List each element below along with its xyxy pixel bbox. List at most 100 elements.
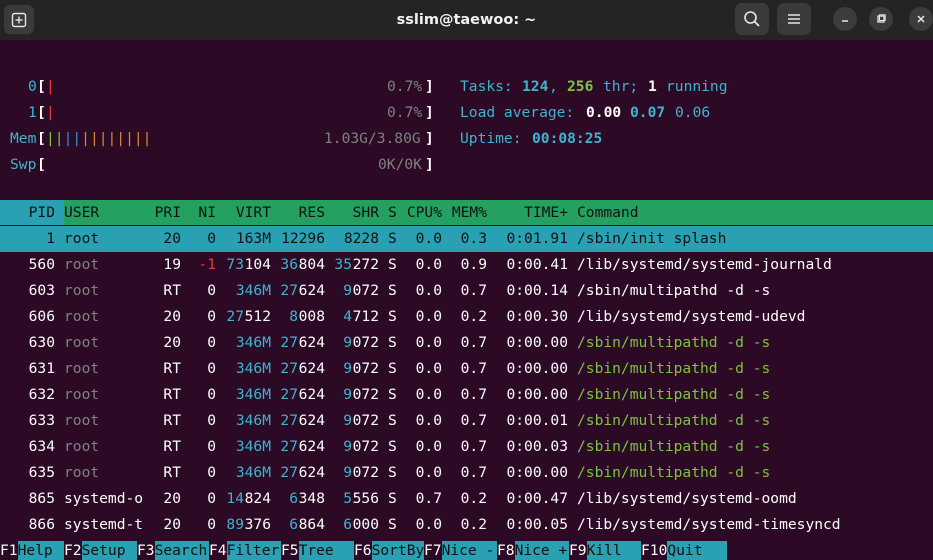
process-virt: 346M — [235, 438, 271, 455]
process-pid: 632 — [28, 386, 55, 403]
process-mem: 0.9 — [460, 256, 487, 273]
fkey-nice-button[interactable]: F8Nice + — [497, 541, 569, 560]
close-button[interactable] — [909, 7, 933, 31]
process-priority: RT — [163, 360, 181, 377]
process-row[interactable]: 866 systemd-t 20 0 376 89 864 6 000 6 S 0.0 0.2 0:00.… — [0, 512, 933, 538]
process-shr-low: 000 — [352, 516, 379, 533]
column-header-cpu: CPU% — [406, 204, 442, 221]
process-row[interactable]: 603 root RT 0 346M 624 27 072 9 S 0.0 0.7 0:00.14/sb… — [0, 278, 933, 304]
mem-bar-segment: || — [46, 130, 64, 147]
fkey-filter-button[interactable]: F4Filter — [209, 541, 281, 560]
fkey-label: Help — [17, 541, 64, 560]
process-row[interactable]: 634 root RT 0 346M 624 27 072 9 S 0.0 0.7 0:00.03/sb… — [0, 434, 933, 460]
fkey-nice-button[interactable]: F7Nice - — [424, 541, 497, 560]
mem-bar-segment: |||||||| — [81, 130, 152, 147]
process-virt-high: 89 — [226, 516, 244, 533]
process-res-high: 27 — [280, 386, 298, 403]
process-command: /sbin/init splash — [577, 230, 727, 247]
process-nice: 0 — [207, 412, 216, 429]
column-header-virt: VIRT — [235, 204, 271, 221]
process-state: S — [388, 230, 397, 247]
meter-bracket: ] — [425, 104, 434, 121]
process-row[interactable]: 632 root RT 0 346M 624 27 072 9 S 0.0 0.7 0:00.00/sb… — [0, 382, 933, 408]
process-state: S — [388, 464, 397, 481]
new-tab-button[interactable] — [4, 5, 34, 34]
process-cpu: 0.0 — [415, 308, 442, 325]
process-user: root — [64, 256, 100, 273]
tasks-label: Tasks: — [460, 78, 513, 95]
process-nice: 0 — [207, 308, 216, 325]
process-pid: 630 — [28, 334, 55, 351]
fkey-label: Nice + — [514, 541, 569, 560]
minimize-button[interactable] — [833, 7, 857, 31]
new-tab-icon — [11, 12, 27, 27]
search-button[interactable] — [735, 3, 769, 35]
process-user: root — [64, 230, 100, 247]
fkey-tree-button[interactable]: F5Tree — [281, 541, 354, 560]
fkey-key: F10 — [641, 542, 668, 559]
process-res: 12296 — [281, 230, 325, 247]
process-command: /sbin/multipathd -d -s — [577, 282, 771, 299]
process-priority: RT — [163, 464, 181, 481]
hamburger-menu-icon — [788, 14, 800, 24]
search-icon — [744, 11, 760, 27]
column-header-pid: PID — [28, 204, 55, 221]
load-1min: 0.00 — [586, 104, 622, 121]
process-mem: 0.2 — [460, 490, 487, 507]
process-priority: RT — [163, 386, 181, 403]
process-user: root — [64, 334, 100, 351]
column-header-res: RES — [298, 204, 325, 221]
fkey-help-button[interactable]: F1Help — [0, 541, 64, 560]
process-virt-low: 512 — [244, 308, 271, 325]
running-count: 1 — [648, 78, 657, 95]
mem-bar: |||||||||||| — [46, 126, 151, 152]
process-virt-low: 824 — [244, 490, 271, 507]
threads-count: 256 — [567, 78, 594, 95]
process-res-low: 624 — [298, 282, 325, 299]
process-time: 0:00.00 — [506, 360, 568, 377]
fkey-label: Nice - — [441, 541, 497, 560]
terminal-area[interactable]: 0 [ | 0.7% ] 1 [ | 0.7% ] Mem [ ||||||||… — [0, 42, 933, 560]
swap-value: 0K/0K — [378, 156, 422, 173]
fkey-label: Tree — [298, 541, 354, 560]
fkey-quit-button[interactable]: F10Quit — [641, 541, 728, 560]
title-bar: sslim@taewoo: ~ — [0, 0, 933, 40]
process-nice: 0 — [207, 230, 216, 247]
process-virt-high: 73 — [226, 256, 244, 273]
process-row[interactable]: 630 root 20 0 346M 624 27 072 9 S 0.0 0.7 0:00.00/sb… — [0, 330, 933, 356]
process-row[interactable]: 635 root RT 0 346M 624 27 072 9 S 0.0 0.7 0:00.00/sb… — [0, 460, 933, 486]
process-user: root — [64, 386, 100, 403]
process-shr-low: 072 — [352, 334, 379, 351]
comma-separator: , — [549, 78, 558, 95]
fkey-setup-button[interactable]: F2Setup — [64, 541, 137, 560]
process-time: 0:00.00 — [506, 334, 568, 351]
process-row[interactable]: 633 root RT 0 346M 624 27 072 9 S 0.0 0.7 0:00.01/sb… — [0, 408, 933, 434]
process-row[interactable]: 606 root 20 0 512 27 008 8 712 4 S 0.0 0.2 0:00.30/li… — [0, 304, 933, 330]
process-command: /sbin/multipathd -d -s — [577, 412, 771, 429]
process-pid: 865 — [28, 490, 55, 507]
process-mem: 0.7 — [460, 282, 487, 299]
process-res-high: 27 — [280, 412, 298, 429]
process-shr-high: 6 — [343, 516, 352, 533]
process-nice: 0 — [207, 490, 216, 507]
process-priority: RT — [163, 438, 181, 455]
cpu0-bar: | — [46, 78, 55, 95]
fkey-sortby-button[interactable]: F6SortBy — [354, 541, 424, 560]
process-virt-low: 104 — [244, 256, 271, 273]
process-row[interactable]: 560 root 19 -1 104 73 804 36 272 35 S 0.0 0.9 0:00.41… — [0, 252, 933, 278]
process-pid: 633 — [28, 412, 55, 429]
process-row[interactable]: 631 root RT 0 346M 624 27 072 9 S 0.0 0.7 0:00.00/sb… — [0, 356, 933, 382]
menu-button[interactable] — [777, 3, 811, 35]
process-mem: 0.7 — [460, 386, 487, 403]
maximize-button[interactable] — [869, 7, 893, 31]
process-nice: 0 — [207, 334, 216, 351]
process-mem: 0.2 — [460, 516, 487, 533]
process-row[interactable]: 1 root 20 0 163M 12296 8228 S 0.0 0.3 0:01.91/sbin… — [0, 226, 933, 252]
meter-bracket: ] — [425, 78, 434, 95]
fkey-key: F8 — [497, 542, 515, 559]
fkey-kill-button[interactable]: F9Kill — [569, 541, 641, 560]
fkey-search-button[interactable]: F3Search — [137, 541, 209, 560]
process-state: S — [388, 334, 397, 351]
cpu0-value: 0.7% — [387, 78, 423, 95]
process-row[interactable]: 865 systemd-o 20 0 824 14 348 6 556 5 S 0.7 0.2 0:00.… — [0, 486, 933, 512]
